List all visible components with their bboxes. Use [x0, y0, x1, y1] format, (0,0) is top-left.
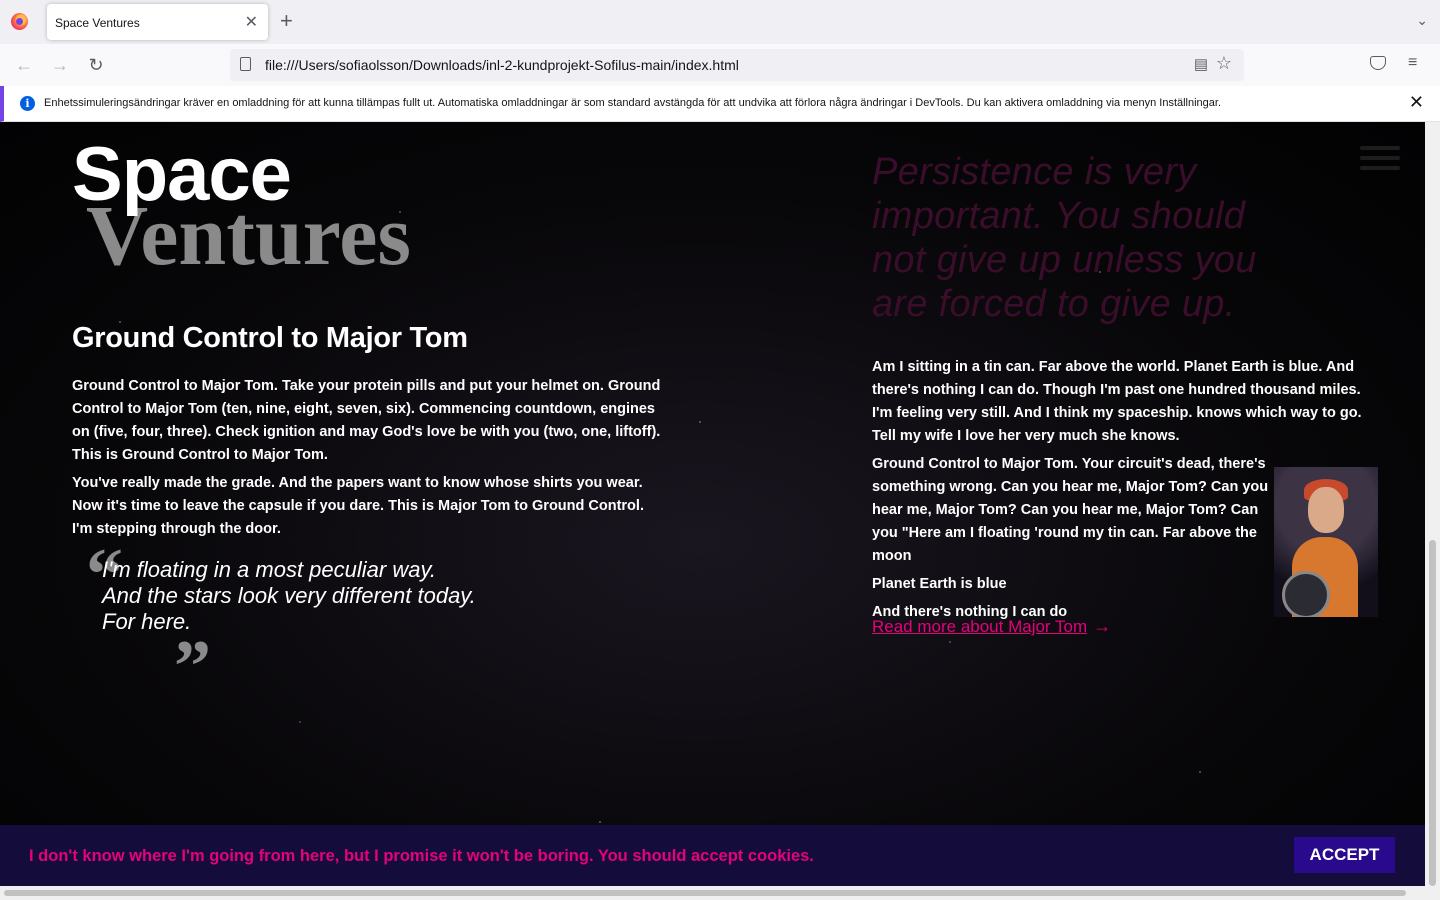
- horizontal-scrollbar[interactable]: [0, 886, 1425, 900]
- vertical-scroll-thumb[interactable]: [1429, 540, 1436, 886]
- horizontal-scroll-thumb[interactable]: [4, 890, 1406, 896]
- arrow-right-icon[interactable]: →: [1093, 616, 1111, 637]
- read-more-label[interactable]: Read more about Major Tom: [872, 617, 1087, 636]
- section-heading: Ground Control to Major Tom: [72, 322, 468, 354]
- notification-bar: i Enhetssimuleringsändringar kräver en o…: [0, 86, 1440, 122]
- cookie-banner: I don't know where I'm going from here, …: [0, 825, 1425, 886]
- close-tab-icon[interactable]: ✕: [245, 12, 258, 32]
- url-text[interactable]: file:///Users/sofiaolsson/Downloads/inl-…: [265, 57, 739, 73]
- close-quote-mark: ”: [174, 626, 211, 708]
- close-notification-icon[interactable]: ✕: [1409, 92, 1424, 113]
- reader-view-icon[interactable]: ▤: [1194, 55, 1208, 73]
- navigation-bar: ← → ↻ file:///Users/sofiaolsson/Download…: [0, 44, 1440, 86]
- blockquote: “ I'm floating in a most peculiar way. A…: [86, 534, 476, 708]
- firefox-icon[interactable]: [11, 13, 28, 30]
- pocket-icon[interactable]: [1370, 56, 1386, 70]
- paragraph: You've really made the grade. And the pa…: [72, 475, 644, 537]
- reload-icon[interactable]: ↻: [83, 52, 109, 78]
- back-icon[interactable]: ←: [11, 52, 37, 78]
- quote-line: And the stars look very different today.: [102, 583, 476, 608]
- url-bar[interactable]: file:///Users/sofiaolsson/Downloads/inl-…: [230, 49, 1244, 81]
- paragraph: Am I sitting in a tin can. Far above the…: [872, 359, 1362, 444]
- hamburger-menu-icon[interactable]: [1360, 146, 1400, 176]
- logo-space[interactable]: Space: [72, 130, 292, 220]
- main-content: Ground Control to Major Tom Ground Contr…: [72, 322, 662, 708]
- bookmark-star-icon[interactable]: ☆: [1216, 53, 1232, 74]
- page-icon: [240, 57, 251, 71]
- tab-active[interactable]: Space Ventures ✕: [47, 4, 268, 40]
- astronaut-image: [1274, 467, 1378, 617]
- accept-cookies-button[interactable]: ACCEPT: [1294, 837, 1395, 873]
- tab-title: Space Ventures: [55, 16, 140, 30]
- info-icon: i: [20, 96, 35, 111]
- read-more-link[interactable]: Read more about Major Tom →: [872, 616, 1111, 637]
- paragraph: Ground Control to Major Tom. Take your p…: [72, 378, 661, 463]
- featured-quote: Persistence is very important. You shoul…: [872, 151, 1257, 325]
- forward-icon[interactable]: →: [47, 52, 73, 78]
- tab-bar: Space Ventures ✕ + ⌄: [0, 0, 1440, 44]
- quote-line: I'm floating in a most peculiar way.: [102, 557, 436, 582]
- quote-line: For here.: [102, 609, 192, 634]
- list-all-tabs-icon[interactable]: ⌄: [1416, 12, 1428, 29]
- page-content: Ventures Space Ground Control to Major T…: [0, 122, 1425, 886]
- menu-icon[interactable]: ≡: [1408, 54, 1417, 72]
- notification-text: Enhetssimuleringsändringar kräver en oml…: [44, 97, 1222, 109]
- new-tab-icon[interactable]: +: [280, 9, 293, 33]
- vertical-scrollbar[interactable]: [1425, 122, 1440, 900]
- side-text: Am I sitting in a tin can. Far above the…: [872, 356, 1378, 629]
- cookie-text: I don't know where I'm going from here, …: [29, 847, 814, 865]
